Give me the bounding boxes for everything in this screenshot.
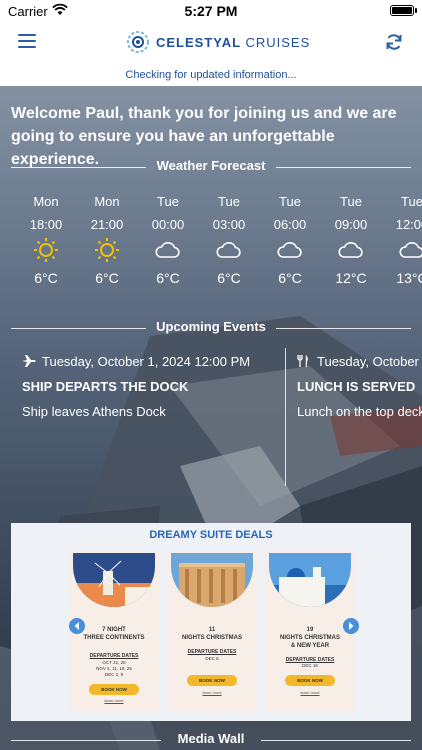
santorini-church-image: [269, 553, 351, 607]
carousel-page-indicator: [205, 713, 215, 721]
promo-name: THREE CONTINENTS: [83, 635, 145, 641]
brand-name: CELESTYAL CRUISES: [156, 34, 311, 50]
departure-dates: DEC 16: [302, 663, 318, 668]
brand-logo: CELESTYAL CRUISES: [126, 30, 310, 54]
celestyal-logo-icon: [127, 31, 149, 53]
promo-title: DREAMY SUITE DEALS: [149, 529, 273, 541]
event-description: Ship leaves Athens Dock: [22, 404, 166, 419]
event-title: LUNCH IS SERVED: [297, 379, 416, 394]
event-card[interactable]: Tuesday, October 1, 2024 12:00 PM SHIP D…: [22, 348, 284, 488]
cloud-icon: [155, 242, 180, 258]
battery-icon: [390, 5, 417, 16]
event-date: Tuesday, October 1, 2024 1:00 PM: [317, 354, 422, 369]
media-wall-title: Media Wall: [177, 731, 245, 746]
plane-icon: [22, 355, 36, 367]
sun-icon: [95, 238, 119, 262]
promo-name: NIGHTS CHRISTMAS: [182, 635, 242, 641]
departure-dates: OCT 21, 28 NOV 4, 11, 18, 25 DEC 2, 9: [96, 660, 132, 677]
departure-label: DEPARTURE DATES: [89, 653, 139, 659]
fork-knife-icon: [297, 355, 308, 367]
menu-icon[interactable]: [18, 34, 36, 50]
events-title: Upcoming Events: [156, 319, 266, 334]
weather-title: Weather Forecast: [156, 158, 266, 173]
chevron-left-icon[interactable]: [69, 618, 85, 634]
departure-dates: DEC 6: [205, 656, 219, 661]
refresh-icon[interactable]: [384, 32, 404, 52]
learn-more-link[interactable]: learn more: [167, 690, 257, 695]
chevron-right-icon[interactable]: [343, 618, 359, 634]
event-separator: [285, 348, 286, 486]
event-card[interactable]: Tuesday, October 1, 2024 1:00 PM LUNCH I…: [297, 348, 422, 488]
weather-section-header: Weather Forecast: [11, 157, 411, 177]
cloud-icon: [277, 242, 302, 258]
event-description: Lunch on the top deck: [297, 404, 422, 419]
cloud-icon: [216, 242, 241, 258]
book-now-button[interactable]: BOOK NOW: [187, 675, 237, 686]
book-now-button[interactable]: BOOK NOW: [285, 675, 335, 686]
sun-icon: [34, 238, 58, 262]
learn-more-link[interactable]: learn more: [69, 698, 159, 703]
sync-status: Checking for updated information...: [0, 64, 422, 86]
book-now-button[interactable]: BOOK NOW: [89, 684, 139, 695]
promo-name-extra: & NEW YEAR: [290, 643, 330, 649]
promo-name: NIGHTS CHRISTMAS: [280, 635, 340, 641]
status-bar: Carrier 5:27 PM: [0, 0, 422, 22]
cloud-icon: [399, 242, 422, 258]
promo-duration: 11: [208, 627, 216, 633]
media-wall-section-header: Media Wall: [11, 730, 411, 750]
santorini-windmill-image: [73, 553, 155, 607]
weather-forecast-list[interactable]: Mon 18:00 6°C Mon 21:00 6°C Tue 00:00 6°…: [16, 194, 422, 304]
promo-duration: 19: [306, 627, 314, 633]
events-section-header: Upcoming Events: [11, 318, 411, 338]
departure-label: DEPARTURE DATES: [187, 649, 237, 655]
nav-bar: CELESTYAL CRUISES: [0, 22, 422, 64]
event-date: Tuesday, October 1, 2024 12:00 PM: [42, 354, 251, 369]
promo-banner[interactable]: DREAMY SUITE DEALS 7 NIGHT THREE CONTINE…: [11, 523, 411, 721]
promo-card[interactable]: 19 NIGHTS CHRISTMAS & NEW YEAR DEPARTURE…: [265, 551, 355, 711]
learn-more-link[interactable]: learn more: [265, 690, 355, 695]
events-list[interactable]: Tuesday, October 1, 2024 12:00 PM SHIP D…: [0, 348, 422, 488]
home-content[interactable]: Welcome Paul, thank you for joining us a…: [0, 86, 422, 750]
ephesus-library-image: [171, 553, 253, 607]
event-title: SHIP DEPARTS THE DOCK: [22, 379, 189, 394]
cloud-icon: [338, 242, 363, 258]
clock: 5:27 PM: [184, 3, 238, 19]
promo-card[interactable]: 11 NIGHTS CHRISTMAS DEPARTURE DATES DEC …: [167, 551, 257, 711]
